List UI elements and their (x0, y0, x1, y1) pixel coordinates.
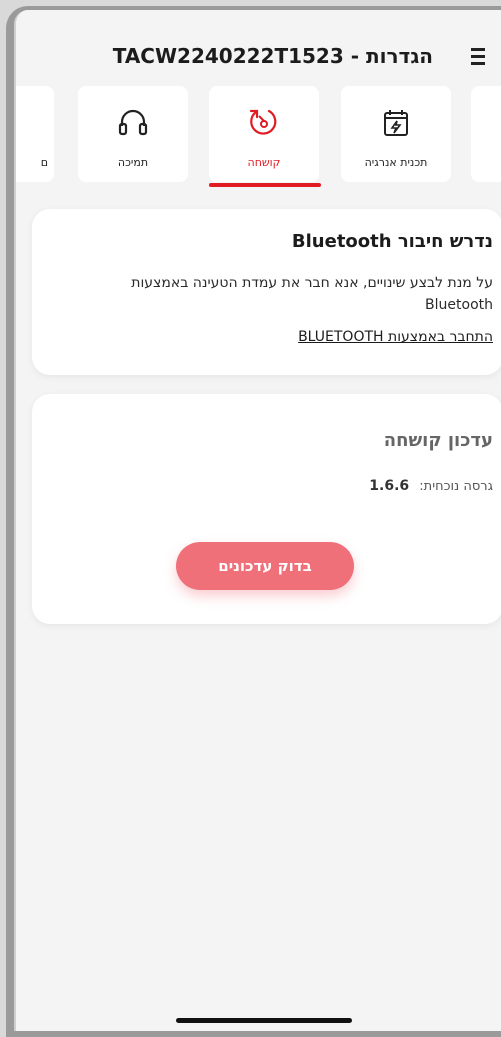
firmware-card-title: עדכון קושחה (383, 430, 493, 451)
tab-energy-plan[interactable]: תכנית אנרגיה (341, 86, 451, 182)
tab-label: קושחה (247, 156, 281, 169)
current-version: גרסה נוכחית: 1.6.6 (369, 478, 493, 494)
firmware-update-icon (249, 109, 277, 135)
home-indicator (176, 1018, 352, 1023)
check-updates-button[interactable]: בדוק עדכונים (176, 542, 354, 590)
headset-icon (118, 109, 148, 136)
tab-partial-left[interactable]: ם (16, 86, 54, 182)
bluetooth-required-card: נדרש חיבור Bluetooth על מנת לבצע שינויים… (32, 209, 501, 375)
tab-label: תמיכה (117, 156, 149, 169)
tab-label: תכנית אנרגיה (364, 156, 428, 169)
calendar-bolt-icon (384, 110, 408, 136)
version-value: 1.6.6 (369, 478, 410, 494)
page-title: הגדרות - TACW2240222T1523 (112, 44, 433, 68)
version-label: גרסה נוכחית: (419, 479, 493, 494)
bluetooth-card-description: על מנת לבצע שינויים, אנא חבר את עמדת הטע… (131, 275, 493, 313)
tab-support[interactable]: תמיכה (78, 86, 188, 182)
tab-partial-right[interactable] (471, 86, 501, 182)
app-screen: הגדרות - TACW2240222T1523 ם תמיכה קושחה (14, 10, 501, 1031)
hamburger-menu-icon[interactable] (467, 48, 491, 68)
tab-firmware[interactable]: קושחה (209, 86, 319, 182)
app-header: הגדרות - TACW2240222T1523 (16, 10, 501, 98)
firmware-update-card: עדכון קושחה גרסה נוכחית: 1.6.6 בדוק עדכו… (32, 394, 501, 624)
bluetooth-card-title: נדרש חיבור Bluetooth (291, 231, 493, 252)
connect-bluetooth-link[interactable]: התחבר באמצעות BLUETOOTH (298, 329, 493, 345)
active-tab-indicator (209, 183, 321, 187)
tab-label: ם (40, 156, 48, 169)
